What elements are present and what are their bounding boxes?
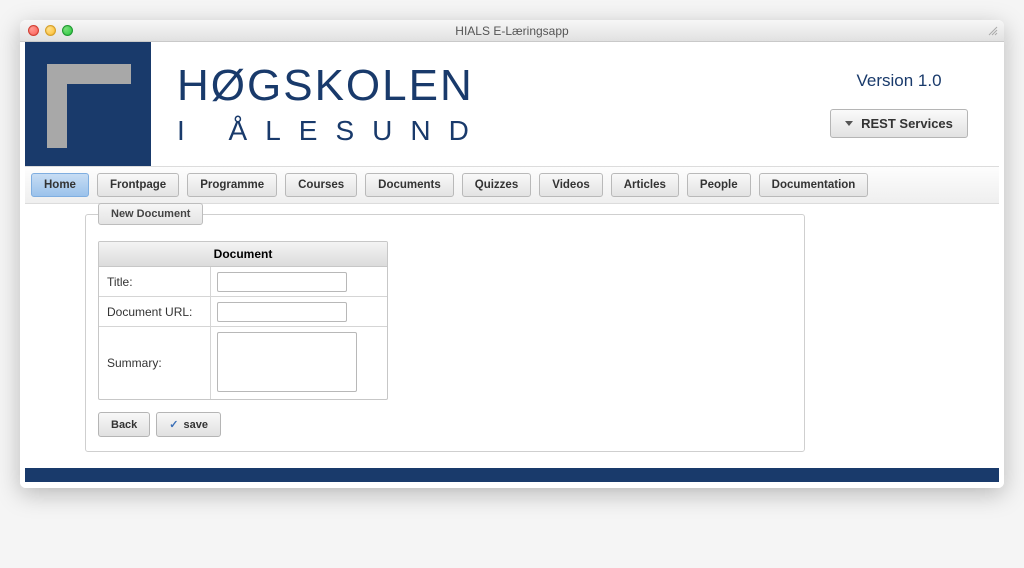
tab-programme[interactable]: Programme <box>187 173 277 197</box>
title-field-cell <box>211 269 387 295</box>
tab-courses[interactable]: Courses <box>285 173 357 197</box>
titlebar: HIALS E-Læringsapp <box>20 20 1004 42</box>
app-window: HIALS E-Læringsapp HØGSKOLEN I ÅLESUND V… <box>20 20 1004 488</box>
tab-people[interactable]: People <box>687 173 751 197</box>
tab-frontpage[interactable]: Frontpage <box>97 173 179 197</box>
form-row-summary: Summary: <box>99 327 387 399</box>
save-button[interactable]: ✓ save <box>156 412 221 437</box>
tab-documents[interactable]: Documents <box>365 173 454 197</box>
form-row-title: Title: <box>99 267 387 297</box>
save-button-label: save <box>184 419 208 431</box>
tab-articles[interactable]: Articles <box>611 173 679 197</box>
button-row: Back ✓ save <box>98 412 792 437</box>
form-header: Document <box>99 242 387 267</box>
rest-services-button[interactable]: REST Services <box>830 109 968 138</box>
summary-textarea[interactable] <box>217 332 357 392</box>
tab-label: Documentation <box>772 179 856 191</box>
tab-label: Documents <box>378 179 441 191</box>
content: HØGSKOLEN I ÅLESUND Version 1.0 REST Ser… <box>20 42 1004 488</box>
title-label: Title: <box>99 267 211 296</box>
tab-label: Articles <box>624 179 666 191</box>
check-icon: ✓ <box>169 418 178 431</box>
tabstrip: Home Frontpage Programme Courses Documen… <box>25 166 999 204</box>
tab-documentation[interactable]: Documentation <box>759 173 869 197</box>
tab-home[interactable]: Home <box>31 173 89 197</box>
summary-label: Summary: <box>99 327 211 399</box>
summary-field-cell <box>211 329 387 398</box>
tab-label: Quizzes <box>475 179 518 191</box>
tab-label: Programme <box>200 179 264 191</box>
tab-label: Videos <box>552 179 590 191</box>
tab-label: Frontpage <box>110 179 166 191</box>
footer-strip <box>25 468 999 482</box>
tab-label: Courses <box>298 179 344 191</box>
back-button-label: Back <box>111 419 137 431</box>
new-document-panel: New Document Document Title: Document UR… <box>85 214 805 452</box>
brand-line-2: I ÅLESUND <box>177 115 809 147</box>
tab-quizzes[interactable]: Quizzes <box>462 173 531 197</box>
main-area: New Document Document Title: Document UR… <box>25 204 999 468</box>
brand-line-1: HØGSKOLEN <box>177 61 809 111</box>
tab-videos[interactable]: Videos <box>539 173 603 197</box>
window-title: HIALS E-Læringsapp <box>20 24 1004 38</box>
header-right: Version 1.0 REST Services <box>809 42 999 166</box>
document-form: Document Title: Document URL: <box>98 241 388 400</box>
form-row-url: Document URL: <box>99 297 387 327</box>
back-button[interactable]: Back <box>98 412 150 437</box>
title-input[interactable] <box>217 272 347 292</box>
url-label: Document URL: <box>99 297 211 326</box>
logo-block <box>25 42 151 166</box>
url-field-cell <box>211 299 387 325</box>
resize-icon <box>986 24 1000 38</box>
url-input[interactable] <box>217 302 347 322</box>
header: HØGSKOLEN I ÅLESUND Version 1.0 REST Ser… <box>25 42 999 166</box>
tab-label: Home <box>44 179 76 191</box>
panel-tab[interactable]: New Document <box>98 203 203 225</box>
brand: HØGSKOLEN I ÅLESUND <box>151 42 809 166</box>
rest-services-label: REST Services <box>861 116 953 131</box>
tab-label: People <box>700 179 738 191</box>
chevron-down-icon <box>845 121 853 126</box>
version-text: Version 1.0 <box>856 71 941 91</box>
